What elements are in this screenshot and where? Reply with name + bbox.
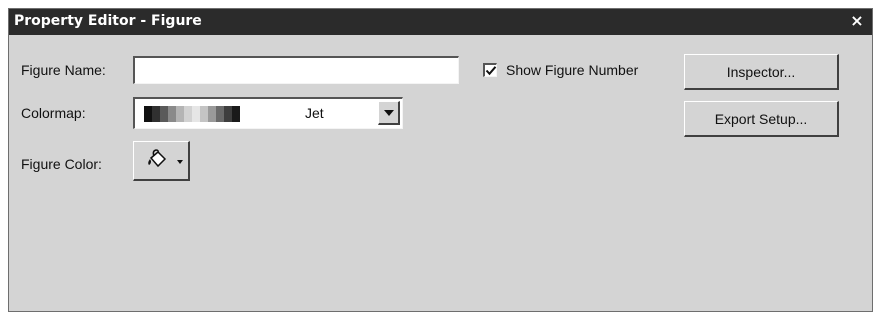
figure-color-label: Figure Color: [21,156,102,172]
figure-name-label: Figure Name: [21,62,106,78]
chevron-down-icon [384,110,394,116]
colormap-swatch-cell [224,106,232,122]
figure-name-input[interactable] [133,56,459,84]
checkmark-icon [485,66,497,76]
colormap-dropdown[interactable]: Jet [133,97,403,129]
colormap-swatch-cell [208,106,216,122]
colormap-swatch-cell [192,106,200,122]
colormap-swatch-cell [176,106,184,122]
export-setup-button[interactable]: Export Setup... [684,101,839,137]
close-icon[interactable]: × [848,11,866,31]
inspector-button[interactable]: Inspector... [684,54,839,90]
paint-bucket-icon [148,149,167,168]
show-figure-number-label: Show Figure Number [506,62,639,78]
colormap-swatch [144,106,240,122]
property-editor-window: Property Editor - Figure × Figure Name: … [8,8,873,312]
dropdown-arrow-button[interactable] [378,101,400,125]
colormap-swatch-cell [184,106,192,122]
figure-color-button[interactable] [133,141,190,181]
chevron-down-icon [177,160,183,164]
show-figure-number-checkbox[interactable] [483,63,497,77]
colormap-swatch-cell [144,106,152,122]
colormap-swatch-cell [168,106,176,122]
colormap-swatch-cell [160,106,168,122]
colormap-value: Jet [305,105,324,121]
colormap-swatch-cell [152,106,160,122]
colormap-swatch-cell [232,106,240,122]
colormap-swatch-cell [200,106,208,122]
title-bar: Property Editor - Figure × [9,9,872,35]
window-title: Property Editor - Figure [14,13,202,29]
colormap-label: Colormap: [21,105,86,121]
colormap-swatch-cell [216,106,224,122]
